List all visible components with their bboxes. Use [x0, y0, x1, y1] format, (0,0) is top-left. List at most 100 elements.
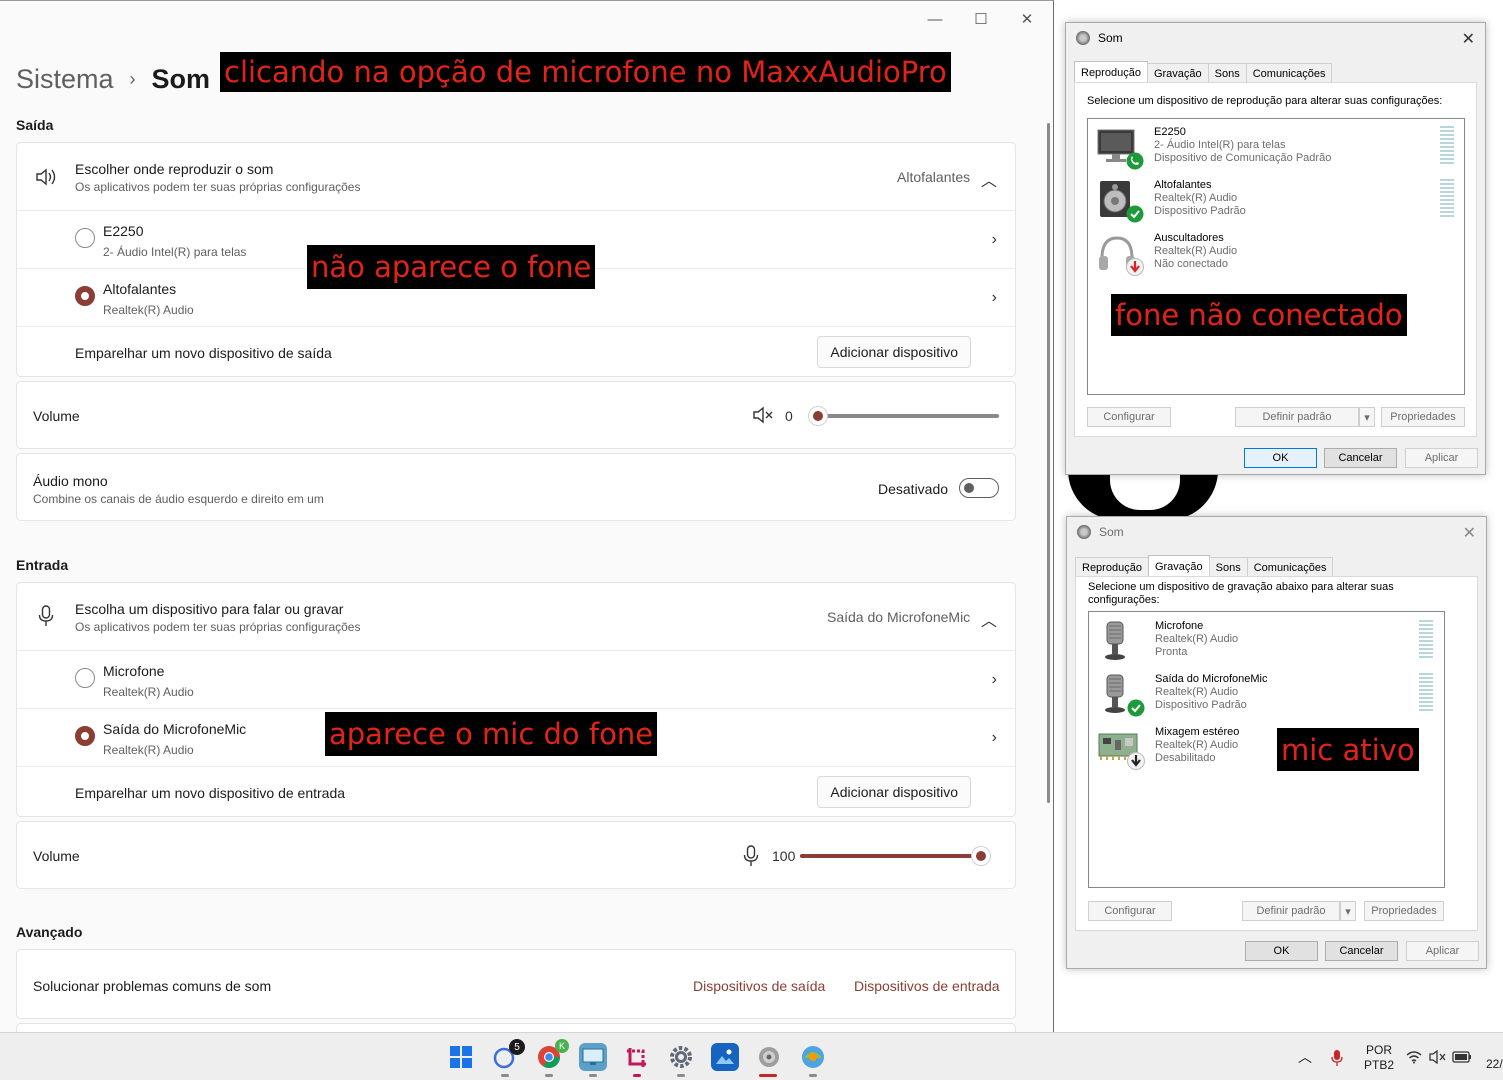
set-default-button[interactable]: Definir padrão [1242, 901, 1340, 921]
list-item[interactable]: Auscultadores Realtek(R) Audio Não conec… [1092, 228, 1452, 278]
device-name: Microfone [1155, 620, 1204, 632]
sound-app-icon[interactable] [755, 1043, 783, 1071]
output-choose-row[interactable]: Escolher onde reproduzir o som Os aplica… [17, 143, 1015, 210]
input-current-device: Saída do MicrofoneMic [827, 609, 971, 625]
chevron-down-icon[interactable]: ▾ [1359, 407, 1375, 427]
microphone-icon [1105, 621, 1125, 660]
chevron-up-icon[interactable]: ︿ [981, 607, 997, 631]
snipping-tool-icon[interactable] [623, 1043, 651, 1071]
running-indicator [633, 1074, 641, 1077]
speaker-icon [36, 168, 56, 186]
dialog-title: Som [1077, 525, 1124, 539]
cancel-button[interactable]: Cancelar [1324, 448, 1397, 468]
breadcrumb-sistema[interactable]: Sistema [16, 64, 114, 95]
properties-button[interactable]: Propriedades [1364, 901, 1444, 921]
speaker-muted-icon[interactable] [752, 406, 774, 424]
apply-button[interactable]: Aplicar [1406, 941, 1479, 961]
dialog-tabs: Reprodução Gravação Sons Comunicações [1074, 61, 1333, 83]
photos-icon[interactable] [711, 1043, 739, 1071]
tab-sons[interactable]: Sons [1208, 557, 1248, 577]
list-item[interactable]: Saída do MicrofoneMic Realtek(R) Audio D… [1093, 669, 1453, 719]
output-devices-link[interactable]: Dispositivos de saída [693, 978, 825, 994]
input-choose-row[interactable]: Escolha um dispositivo para falar ou gra… [17, 583, 1015, 650]
wifi-icon[interactable] [1406, 1050, 1422, 1064]
battery-charging-icon[interactable] [1452, 1050, 1472, 1064]
tab-reproducao[interactable]: Reprodução [1074, 61, 1148, 83]
ok-button[interactable]: OK [1244, 448, 1317, 468]
add-input-device-button[interactable]: Adicionar dispositivo [817, 776, 971, 808]
list-item[interactable]: E2250 2- Áudio Intel(R) para telas Dispo… [1092, 122, 1454, 172]
set-default-button[interactable]: Definir padrão [1235, 407, 1359, 427]
input-devices-link[interactable]: Dispositivos de entrada [854, 978, 1000, 994]
playback-device-list[interactable]: E2250 2- Áudio Intel(R) para telas Dispo… [1087, 118, 1465, 395]
radio-saida-microfonemic[interactable] [75, 726, 95, 746]
input-volume-slider[interactable] [800, 846, 990, 866]
taskbar: 5 K ︿ POR PTB2 22/ [0, 1032, 1503, 1080]
properties-button[interactable]: Propriedades [1381, 407, 1465, 427]
close-icon[interactable]: ✕ [1462, 29, 1475, 49]
dialog-title-text: Som [1098, 31, 1123, 45]
section-output-heading: Saída [16, 117, 54, 133]
chevron-up-icon[interactable]: ︿ [1298, 1047, 1312, 1067]
chevron-up-icon[interactable]: ︿ [981, 167, 997, 191]
running-indicator [677, 1074, 685, 1077]
configure-button[interactable]: Configurar [1087, 407, 1171, 427]
annotation-mic-active: mic ativo [1277, 728, 1419, 771]
output-volume-slider[interactable] [809, 406, 999, 426]
chevron-right-icon[interactable]: › [992, 289, 997, 307]
chevron-down-icon[interactable]: ▾ [1340, 901, 1356, 921]
control-panel-icon[interactable] [579, 1043, 607, 1071]
maximize-button[interactable]: ☐ [967, 9, 995, 29]
add-output-device-button[interactable]: Adicionar dispositivo [817, 336, 971, 368]
running-indicator-active [759, 1074, 777, 1077]
tab-sons[interactable]: Sons [1207, 63, 1247, 83]
tab-gravacao[interactable]: Gravação [1146, 63, 1209, 83]
configure-button[interactable]: Configurar [1088, 901, 1172, 921]
microphone-icon [38, 605, 54, 626]
chevron-right-icon[interactable]: › [992, 671, 997, 689]
input-device-name: Saída do MicrofoneMic [103, 721, 247, 737]
chevron-right-icon[interactable]: › [992, 231, 997, 249]
level-meter [1419, 673, 1433, 711]
mono-audio-state: Desativado [878, 481, 949, 497]
input-pair-row: Emparelhar um novo dispositivo de entrad… [17, 766, 1015, 818]
output-choose-subtitle: Os aplicativos podem ter suas próprias c… [75, 180, 361, 194]
language-indicator[interactable]: POR PTB2 [1364, 1043, 1394, 1073]
list-item[interactable]: Altofalantes Realtek(R) Audio Dispositiv… [1092, 175, 1454, 225]
microphone-in-use-icon[interactable] [1331, 1049, 1343, 1067]
tab-reproducao[interactable]: Reprodução [1075, 557, 1149, 577]
ok-button[interactable]: OK [1245, 941, 1318, 961]
cancel-button[interactable]: Cancelar [1325, 941, 1398, 961]
apply-button[interactable]: Aplicar [1405, 448, 1478, 468]
microphone-icon[interactable] [743, 845, 759, 867]
next-card-partial [16, 1023, 1016, 1032]
device-name: Auscultadores [1154, 232, 1224, 244]
radio-e2250[interactable] [75, 228, 95, 248]
dialog-prompt-line: Selecione um dispositivo de gravação aba… [1088, 581, 1394, 593]
minimize-button[interactable]: — [921, 9, 949, 29]
maxxaudio-icon[interactable] [799, 1043, 827, 1071]
windows-start-icon[interactable] [447, 1043, 475, 1071]
tab-gravacao[interactable]: Gravação [1147, 555, 1210, 577]
radio-altofalantes[interactable] [75, 286, 95, 306]
close-button[interactable]: ✕ [1013, 9, 1041, 29]
device-name: Altofalantes [1154, 179, 1212, 191]
volume-muted-icon[interactable] [1429, 1050, 1447, 1064]
tab-comunicacoes[interactable]: Comunicações [1246, 557, 1334, 577]
mono-audio-title: Áudio mono [33, 473, 108, 489]
chrome-icon[interactable]: K [535, 1039, 569, 1071]
mono-audio-toggle[interactable] [959, 478, 999, 498]
chevron-right-icon[interactable]: › [992, 729, 997, 747]
radio-microfone[interactable] [75, 668, 95, 688]
tab-comunicacoes[interactable]: Comunicações [1245, 63, 1333, 83]
list-item[interactable]: Microfone Realtek(R) Audio Pronta [1093, 616, 1453, 666]
device-line2: Pronta [1155, 646, 1188, 658]
input-device-row[interactable]: Microfone Realtek(R) Audio › [17, 650, 1015, 708]
scrollbar[interactable] [1047, 123, 1050, 803]
chat-icon[interactable]: 5 [491, 1039, 525, 1071]
settings-gear-icon[interactable] [667, 1043, 695, 1071]
clock[interactable]: 22/ [1486, 1057, 1503, 1071]
close-icon[interactable]: ✕ [1463, 523, 1476, 543]
dialog-prompt: Selecione um dispositivo de reprodução p… [1087, 95, 1443, 107]
breadcrumb: Sistema › Som [16, 59, 210, 99]
